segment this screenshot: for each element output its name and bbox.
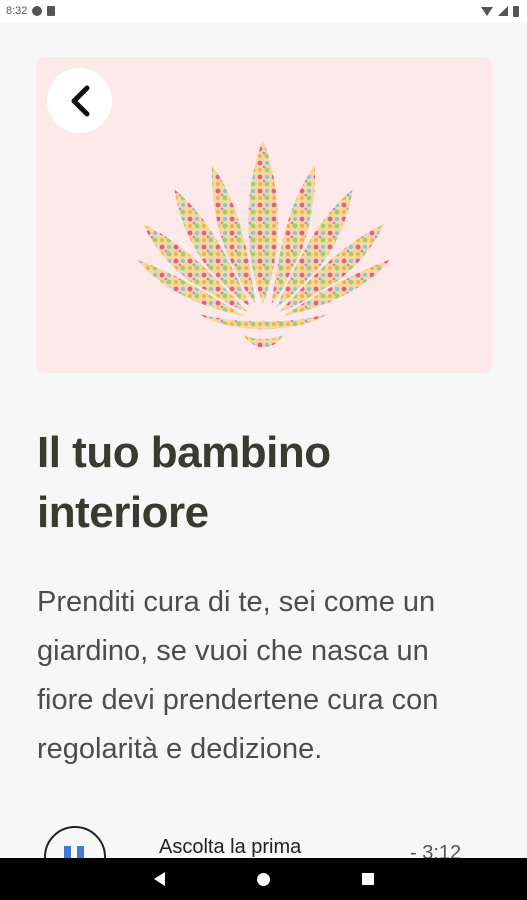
wifi-icon (481, 6, 493, 16)
lotus-illustration (131, 134, 396, 350)
description-text: Prenditi cura di te, sei come un giardin… (37, 586, 439, 765)
nav-home-icon[interactable] (256, 872, 270, 886)
data-saver-icon (32, 6, 43, 16)
chevron-left-icon (71, 85, 89, 116)
status-bar: 8:32 (0, 0, 527, 22)
hero-card (36, 57, 493, 373)
signal-icon (498, 6, 508, 16)
sim-icon (47, 6, 56, 16)
nav-back-icon[interactable] (153, 872, 165, 886)
back-button[interactable] (47, 68, 112, 133)
status-left: 8:32 (6, 5, 56, 17)
navigation-bar (0, 858, 527, 900)
nav-recents-icon[interactable] (361, 873, 374, 885)
page-title: Il tuo bambino interiore (37, 428, 331, 537)
track-label[interactable]: Ascolta la prima (159, 836, 301, 859)
status-time: 8:32 (6, 5, 28, 17)
status-right (481, 5, 519, 17)
battery-icon (513, 5, 519, 17)
